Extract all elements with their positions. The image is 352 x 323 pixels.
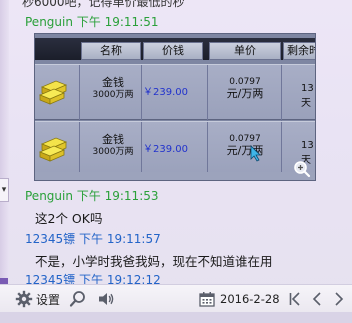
chevron-left-icon <box>312 292 321 306</box>
message-header: Penguin 下午 19:11:51 <box>25 13 159 30</box>
chat-history: ▾ 秒6000吧，记得单价最低的秒 Penguin 下午 19:11:51 名称… <box>0 0 352 284</box>
table-header: 名称 价钱 单价 剩余时 <box>35 38 315 60</box>
search-icon <box>69 291 85 307</box>
message-header: Penguin 下午 19:11:53 <box>25 187 159 204</box>
collapse-arrow-button[interactable]: ▾ <box>0 178 9 202</box>
sender-name[interactable]: Penguin <box>25 15 73 29</box>
sender-name[interactable]: 12345镖 <box>25 273 75 284</box>
cursor-arrow-icon <box>250 145 261 162</box>
first-page-button[interactable] <box>288 285 302 313</box>
header-name: 名称 <box>81 42 141 60</box>
date-text: 2016-2-28 <box>220 292 280 306</box>
settings-label: 设置 <box>36 292 61 307</box>
sender-name[interactable]: Penguin <box>25 189 73 203</box>
header-remaining: 剩余时 <box>283 42 315 60</box>
search-button[interactable] <box>69 285 87 313</box>
table-row: 金钱 3000万两 ￥239.00 0.0797 元/万两 13天 <box>35 121 315 178</box>
date-picker[interactable]: 2016-2-28 <box>199 285 280 313</box>
remaining-time: 13天 <box>301 83 314 109</box>
chevron-down-icon: ▾ <box>1 185 7 195</box>
message-text: 这2个 OK吗 <box>35 211 103 226</box>
window-bottom-edge <box>0 312 352 323</box>
message-time: 下午 19:11:53 <box>76 189 159 203</box>
speaker-icon <box>99 293 114 305</box>
unit-price: 0.0797 元/万两 <box>226 77 264 100</box>
chat-left-edge <box>0 0 9 284</box>
next-page-button[interactable] <box>333 285 345 313</box>
gold-ingot-icon <box>38 80 68 105</box>
message-time: 下午 19:11:51 <box>76 15 159 29</box>
chevron-right-icon <box>335 292 344 306</box>
chat-toolbar: 设置 2016-2-28 <box>0 284 352 312</box>
item-price: ￥239.00 <box>143 144 188 155</box>
shared-image[interactable]: 名称 价钱 单价 剩余时 金钱 3000万两 ￥239.00 <box>34 33 316 181</box>
message-text-partial: 秒6000吧，记得单价最低的秒 <box>22 0 185 9</box>
message-header: 12345镖 下午 19:12:12 <box>25 271 161 284</box>
item-name: 金钱 3000万两 <box>92 133 134 157</box>
gold-ingot-icon <box>38 137 68 162</box>
previous-page-button[interactable] <box>311 285 323 313</box>
header-unit-price: 单价 <box>209 42 281 60</box>
gear-icon <box>15 290 33 308</box>
magnifier-plus-icon[interactable] <box>293 160 311 178</box>
settings-button[interactable]: 设置 <box>15 285 60 313</box>
header-price: 价钱 <box>143 42 203 60</box>
first-page-icon <box>289 292 300 306</box>
calendar-icon <box>199 292 215 307</box>
voice-button[interactable] <box>97 285 115 313</box>
item-name: 金钱 3000万两 <box>92 76 134 100</box>
message-time: 下午 19:11:57 <box>79 232 161 246</box>
table-row: 金钱 3000万两 ￥239.00 0.0797 元/万两 13天 <box>35 64 315 121</box>
message-header: 12345镖 下午 19:11:57 <box>25 230 161 247</box>
image-bottom-bar <box>35 172 315 180</box>
message-time: 下午 19:12:12 <box>79 273 161 284</box>
message-text: 不是，小学时我爸我妈，现在不知道谁在用 <box>35 254 273 269</box>
sender-name[interactable]: 12345镖 <box>25 232 75 246</box>
item-price: ￥239.00 <box>143 87 188 98</box>
